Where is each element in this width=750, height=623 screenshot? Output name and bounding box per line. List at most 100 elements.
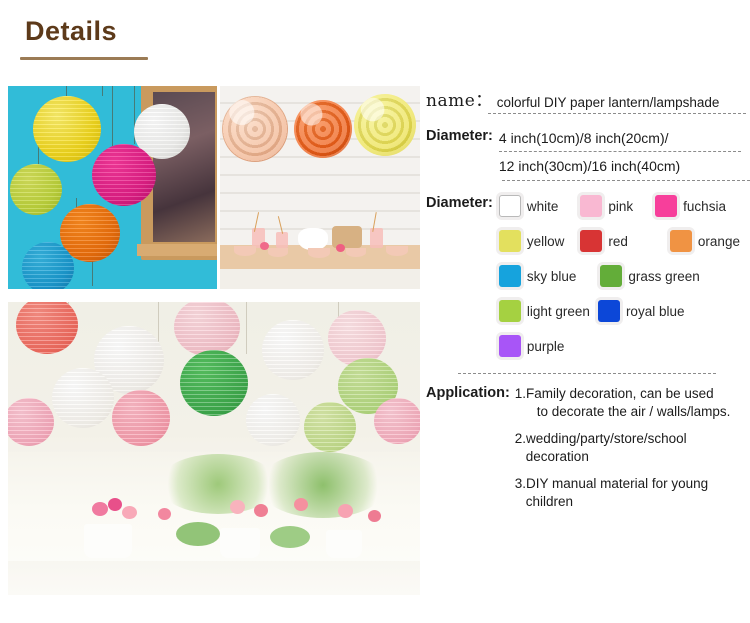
color-swatch-sky-blue [498, 265, 521, 287]
color-row: light green royal blue [498, 300, 740, 322]
color-swatch-light-green [498, 300, 521, 322]
color-swatch-grass-green [600, 265, 623, 287]
serving-bowl [386, 246, 408, 256]
serving-bowl [346, 248, 366, 257]
color-option-white[interactable]: white [498, 195, 559, 217]
spec-value-diameter-1: 4 inch(10cm)/8 inch(20cm)/ [498, 130, 669, 146]
pastel-lantern-light-green [304, 402, 356, 452]
color-label-sky-blue: sky blue [526, 268, 577, 284]
garden-greenery [258, 452, 388, 518]
color-swatch-purple [498, 335, 521, 357]
color-label-royal-blue: royal blue [625, 303, 685, 319]
separator-dashed [502, 180, 750, 181]
spec-label-application: Application: [426, 385, 510, 401]
color-option-light-green[interactable]: light green [498, 300, 590, 322]
table-flower [108, 498, 122, 511]
spec-label-diameter: Diameter: [426, 128, 493, 144]
flower-vase [326, 530, 362, 558]
product-image-gallery [0, 0, 422, 623]
color-label-fuchsia: fuchsia [683, 198, 726, 214]
table-flower [336, 244, 345, 252]
application-item-2-line-1: 2.wedding/party/store/school [514, 431, 687, 446]
application-list: 1.Family decoration, can be used to deco… [515, 385, 731, 511]
pastel-lantern-pink [374, 398, 420, 444]
color-row: purple [498, 335, 740, 357]
teapot [298, 228, 328, 250]
list-item: 2.wedding/party/store/school decoration [515, 430, 731, 466]
pastel-lantern-blush [328, 310, 386, 366]
window-sill [137, 244, 217, 256]
specification-panel: name： colorful DIY paper lantern/lampsha… [424, 86, 750, 511]
flower-vase [220, 528, 260, 558]
serving-bowl [308, 248, 330, 258]
color-label-white: white [526, 198, 559, 214]
application-item-1-line-2: to decorate the air / walls/lamps. [536, 404, 731, 419]
table-flower [230, 500, 245, 514]
spec-value-name: colorful DIY paper lantern/lampshade [496, 95, 720, 110]
color-option-fuchsia[interactable]: fuchsia [655, 195, 726, 217]
pastel-lantern-white [262, 320, 324, 380]
table-flower [92, 502, 108, 516]
separator-dashed [488, 113, 746, 114]
table-flower [294, 498, 308, 511]
pastel-lantern-white [246, 394, 300, 446]
table-surface [8, 561, 420, 595]
color-swatch-red [580, 230, 603, 252]
separator-dashed [458, 373, 716, 374]
table-flower [260, 242, 269, 250]
flower-vase [84, 524, 132, 558]
color-label-orange: orange [697, 233, 740, 249]
hanging-thread [246, 302, 247, 354]
spec-row-name: name： colorful DIY paper lantern/lampsha… [424, 86, 750, 114]
color-option-pink[interactable]: pink [580, 195, 633, 217]
color-swatch-royal-blue [597, 300, 620, 322]
table-flower [338, 504, 353, 518]
color-swatch-grid: white pink fuchsia yellow red orange sky… [498, 195, 740, 357]
spec-row-color: Diameter: white pink fuchsia yellow red … [424, 195, 750, 374]
color-swatch-yellow [498, 230, 521, 252]
color-option-purple[interactable]: purple [498, 335, 565, 357]
table-legs [220, 269, 420, 289]
color-label-yellow: yellow [526, 233, 565, 249]
color-label-purple: purple [526, 338, 565, 354]
color-swatch-fuchsia [655, 195, 678, 217]
lantern-light-green [10, 164, 62, 215]
color-swatch-pink [580, 195, 603, 217]
application-item-2-line-2: decoration [525, 449, 589, 464]
product-photo-petal-lanterns-table[interactable] [220, 86, 420, 289]
product-photo-lanterns-blue-wall[interactable] [8, 86, 217, 289]
color-option-grass-green[interactable]: grass green [600, 265, 700, 287]
lantern-sky-blue [22, 242, 74, 289]
table-flower [122, 506, 137, 519]
color-option-red[interactable]: red [580, 230, 628, 252]
application-item-3-line-1: 3.DIY manual material for young [514, 476, 709, 491]
color-row: yellow red orange [498, 230, 740, 252]
petal-lantern-yellow [354, 94, 416, 156]
spec-label-name: name： [426, 91, 493, 111]
spec-label-color: Diameter: [426, 195, 493, 211]
drink-glass [276, 232, 288, 248]
color-swatch-white [498, 195, 521, 217]
color-row: sky blue grass green [498, 265, 740, 287]
lantern-fuchsia [92, 144, 156, 206]
lantern-yellow [33, 96, 101, 162]
color-label-grass-green: grass green [628, 268, 700, 284]
application-item-3-line-2: children [525, 494, 574, 509]
spec-row-application: Application: 1.Family decoration, can be… [424, 385, 750, 511]
serving-bowl [234, 246, 256, 256]
product-photo-pastel-lanterns-wedding[interactable] [8, 302, 420, 595]
table-flower [368, 510, 381, 522]
spec-row-diameter: Diameter: 4 inch(10cm)/8 inch(20cm)/ 12 … [424, 128, 750, 181]
color-label-pink: pink [608, 198, 634, 214]
petal-lantern-peach [222, 96, 288, 162]
table-greenery [176, 522, 220, 546]
color-option-yellow[interactable]: yellow [498, 230, 565, 252]
spec-value-diameter-2: 12 inch(30cm)/16 inch(40cm) [498, 158, 681, 174]
application-item-1-line-1: 1.Family decoration, can be used [514, 386, 714, 401]
color-option-royal-blue[interactable]: royal blue [597, 300, 685, 322]
color-option-orange[interactable]: orange [669, 230, 740, 252]
lantern-cord [102, 86, 103, 96]
color-option-sky-blue[interactable]: sky blue [498, 265, 577, 287]
pastel-lantern-white [52, 368, 114, 428]
color-swatch-orange [669, 230, 692, 252]
